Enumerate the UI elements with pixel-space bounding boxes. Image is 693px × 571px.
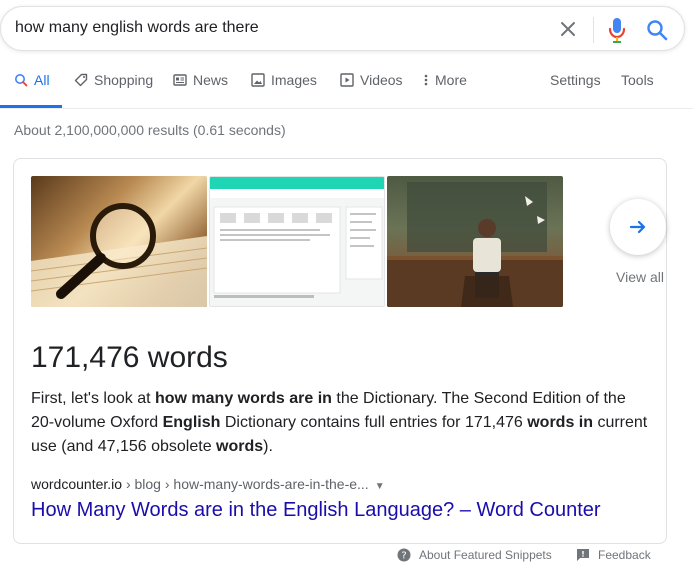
thumbnail-man-in-chair[interactable] xyxy=(387,176,563,307)
tab-label: News xyxy=(193,72,229,88)
snippet-text-part: Dictionary contains full entries for 171… xyxy=(220,414,528,431)
snippet-text-bold: English xyxy=(162,414,221,431)
snippet-text-part: First, let's look at xyxy=(31,390,155,407)
tab-more[interactable]: More xyxy=(423,72,467,108)
caret-down-icon[interactable]: ▼ xyxy=(375,481,385,492)
view-all-button[interactable] xyxy=(610,199,666,255)
tab-label: Shopping xyxy=(94,72,154,88)
answer-title: 171,476 words xyxy=(31,341,228,374)
image-icon xyxy=(251,73,265,87)
snippet-text-bold: words xyxy=(216,438,264,455)
breadcrumb: wordcounter.io › blog › how-many-words-a… xyxy=(31,476,385,492)
view-all-label[interactable]: View all xyxy=(616,269,664,285)
tab-shopping[interactable]: Shopping xyxy=(74,72,153,108)
search-icon xyxy=(15,74,28,87)
about-label: About Featured Snippets xyxy=(419,548,552,562)
svg-text:?: ? xyxy=(401,551,406,562)
newspaper-icon xyxy=(173,74,187,86)
tab-images[interactable]: Images xyxy=(251,72,317,108)
search-divider xyxy=(593,17,594,43)
breadcrumb-path: › blog › how-many-words-are-in-the-e... xyxy=(122,476,369,492)
feedback-link[interactable]: Feedback xyxy=(576,548,651,562)
about-featured-snippets-link[interactable]: ? About Featured Snippets xyxy=(397,548,552,562)
result-title-link[interactable]: How Many Words are in the English Langua… xyxy=(31,499,601,522)
tab-videos[interactable]: Videos xyxy=(340,72,403,108)
search-input[interactable]: how many english words are there xyxy=(15,19,259,37)
snippet-text-part: ). xyxy=(263,438,273,455)
tab-news[interactable]: News xyxy=(173,72,228,108)
snippet-footer: ? About Featured Snippets Feedback xyxy=(0,548,693,566)
tag-icon xyxy=(74,73,88,87)
search-bar[interactable]: how many english words are there xyxy=(0,6,685,51)
snippet-text-bold: how many words are in xyxy=(154,390,332,407)
close-icon[interactable] xyxy=(557,18,579,40)
breadcrumb-site: wordcounter.io xyxy=(31,476,123,492)
feedback-icon xyxy=(577,549,589,561)
snippet-text: First, let's look at how many words are … xyxy=(31,387,651,459)
featured-snippet: View all 171,476 words First, let's look… xyxy=(13,158,667,544)
snippet-text-bold: words in xyxy=(527,414,593,431)
mic-icon[interactable] xyxy=(606,16,628,44)
search-tabs: All Shopping News Images Videos More Set… xyxy=(0,72,693,110)
tab-label: Images xyxy=(271,72,317,88)
thumbnail-word-counter-screenshot[interactable] xyxy=(209,176,385,307)
more-vert-icon xyxy=(424,74,428,86)
tab-label: All xyxy=(34,72,50,88)
tools-link[interactable]: Tools xyxy=(621,72,654,108)
settings-label: Settings xyxy=(550,72,601,88)
help-icon: ? xyxy=(397,548,411,562)
tabs-divider xyxy=(0,108,693,109)
result-stats: About 2,100,000,000 results (0.61 second… xyxy=(14,122,286,138)
tab-label: Videos xyxy=(360,72,403,88)
settings-link[interactable]: Settings xyxy=(550,72,601,108)
tab-all[interactable]: All xyxy=(14,72,50,108)
tab-label: More xyxy=(435,72,467,88)
tools-label: Tools xyxy=(621,72,654,88)
feedback-label: Feedback xyxy=(598,548,651,562)
search-icon[interactable] xyxy=(645,18,669,42)
thumbnail-magnifier[interactable] xyxy=(31,176,207,307)
arrow-right-icon xyxy=(629,220,646,234)
play-icon xyxy=(340,73,354,87)
